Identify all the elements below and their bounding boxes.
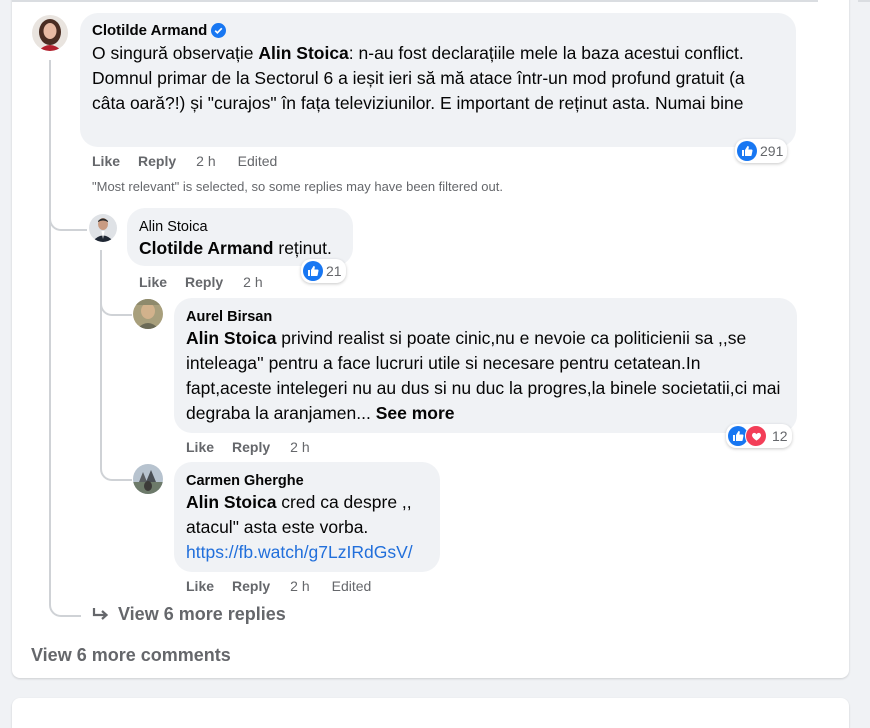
edited-label[interactable]: Edited	[332, 578, 372, 594]
comment-author[interactable]: Clotilde Armand	[92, 22, 207, 39]
reply-timestamp[interactable]: 2 h	[290, 578, 309, 594]
mention-link[interactable]: Clotilde Armand	[139, 238, 274, 258]
reply-arrow-icon	[92, 607, 110, 623]
comment-actions: Like Reply 2 h Edited	[92, 153, 277, 169]
next-post-card	[12, 698, 849, 728]
reply-text: Clotilde Armand reținut.	[139, 238, 332, 258]
avatar-clotilde-armand[interactable]	[32, 15, 68, 51]
reply-timestamp[interactable]: 2 h	[243, 274, 262, 290]
thread-line	[49, 60, 51, 595]
thread-line	[100, 250, 102, 468]
mention-link[interactable]: Alin Stoica	[186, 492, 276, 512]
reply-button[interactable]: Reply	[232, 439, 270, 455]
mention-link[interactable]: Alin Stoica	[186, 328, 276, 348]
reaction-count[interactable]: 21	[301, 259, 346, 283]
filter-note: "Most relevant" is selected, so some rep…	[92, 179, 503, 194]
edited-label[interactable]: Edited	[238, 153, 278, 169]
mention-link[interactable]: Alin Stoica	[258, 43, 348, 63]
reply-author[interactable]: Aurel Birsan	[186, 309, 272, 325]
thread-connector	[100, 465, 132, 481]
avatar-carmen-gherghe[interactable]	[133, 464, 163, 494]
reply-text: Alin Stoica privind realist si poate cin…	[186, 328, 781, 423]
reply-actions: Like Reply 2 h Edited	[186, 578, 371, 594]
comment-timestamp[interactable]: 2 h	[196, 153, 215, 169]
reply-button[interactable]: Reply	[138, 153, 176, 169]
see-more-link[interactable]: See more	[376, 403, 455, 423]
like-button[interactable]: Like	[186, 439, 214, 455]
shared-link[interactable]: https://fb.watch/g7LzIRdGsV/	[186, 540, 428, 565]
like-reaction-icon	[303, 261, 323, 281]
like-button[interactable]: Like	[139, 274, 167, 290]
thread-connector	[49, 595, 81, 617]
reply-button[interactable]: Reply	[185, 274, 223, 290]
love-reaction-icon	[745, 425, 767, 447]
reply-text: Alin Stoica cred ca despre ,, atacul" as…	[186, 492, 412, 537]
reply-button[interactable]: Reply	[232, 578, 270, 594]
divider	[12, 0, 818, 2]
reply-bubble: Alin Stoica Clotilde Armand reținut.	[127, 208, 353, 266]
view-more-comments-button[interactable]: View 6 more comments	[31, 645, 231, 666]
thread-connector	[100, 300, 132, 316]
comment-bubble: Clotilde Armand O singură observație Ali…	[80, 13, 796, 147]
reaction-count[interactable]: 291	[735, 139, 788, 163]
reply-author[interactable]: Alin Stoica	[139, 219, 208, 235]
avatar-aurel-birsan[interactable]	[133, 299, 163, 329]
reaction-count[interactable]: 12	[726, 424, 792, 448]
reply-bubble: Aurel Birsan Alin Stoica privind realist…	[174, 298, 797, 433]
reply-timestamp[interactable]: 2 h	[290, 439, 309, 455]
reply-actions: Like Reply 2 h	[186, 439, 310, 455]
divider	[858, 0, 870, 2]
reply-author[interactable]: Carmen Gherghe	[186, 473, 304, 489]
reply-bubble: Carmen Gherghe Alin Stoica cred ca despr…	[174, 462, 440, 572]
comment-text: O singură observație Alin Stoica: n-au f…	[92, 43, 745, 113]
verified-badge-icon	[211, 23, 227, 38]
like-button[interactable]: Like	[92, 153, 120, 169]
thread-connector	[49, 215, 87, 231]
like-button[interactable]: Like	[186, 578, 214, 594]
like-reaction-icon	[737, 141, 757, 161]
reply-actions: Like Reply 2 h	[139, 274, 263, 290]
avatar-alin-stoica[interactable]	[89, 214, 117, 242]
view-more-replies-button[interactable]: View 6 more replies	[92, 604, 286, 625]
